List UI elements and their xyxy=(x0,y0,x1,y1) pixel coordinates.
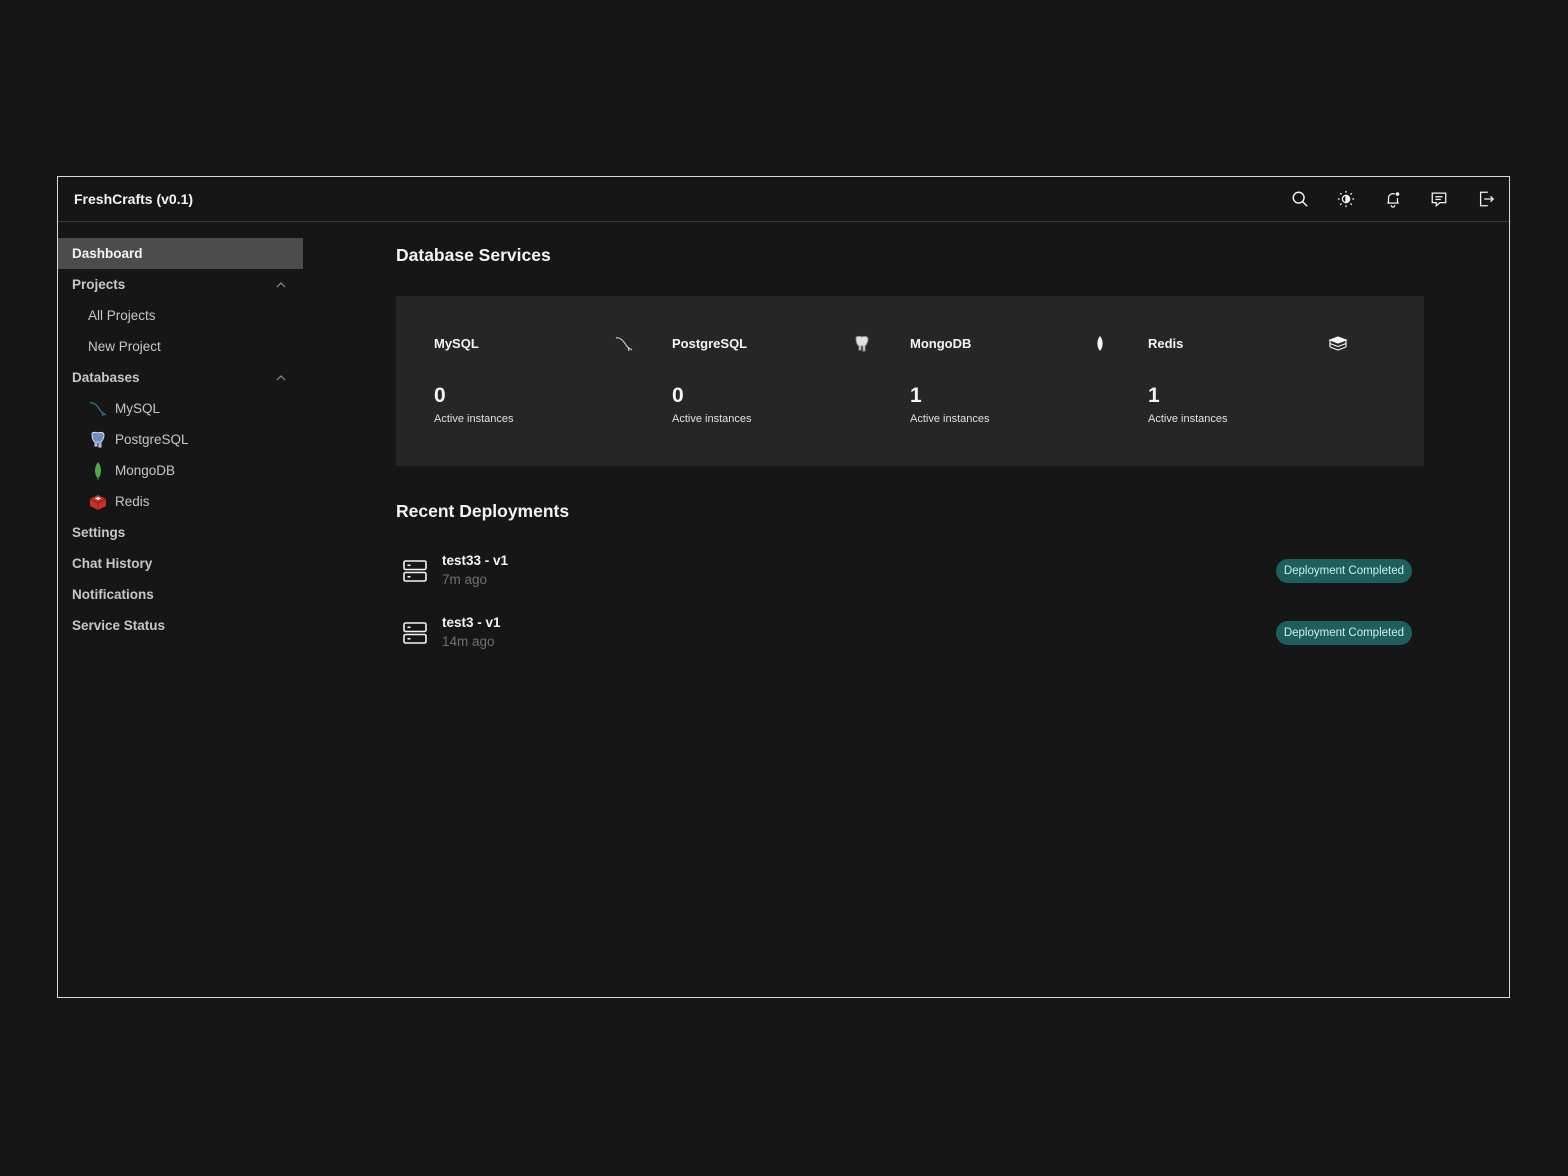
search-icon xyxy=(1292,191,1308,207)
sidebar-item-chat-history[interactable]: Chat History xyxy=(58,548,303,579)
redis-icon xyxy=(1328,334,1348,354)
sidebar-item-label: All Projects xyxy=(88,308,156,323)
sidebar-item-label: Service Status xyxy=(72,618,166,633)
top-header: FreshCrafts (v0.1) xyxy=(58,177,1509,222)
deployment-name: test33 - v1 xyxy=(442,553,509,568)
deployment-name: test3 - v1 xyxy=(442,615,501,630)
server-icon xyxy=(403,560,427,582)
db-card-name: MySQL xyxy=(434,336,479,351)
sidebar-item-label: Notifications xyxy=(72,587,154,602)
sidebar-item-service-status[interactable]: Service Status xyxy=(58,610,303,641)
db-card-redis[interactable]: Redis 1 Active instances xyxy=(1148,296,1386,466)
notifications-button[interactable] xyxy=(1370,177,1417,221)
db-card-name: PostgreSQL xyxy=(672,336,748,351)
server-icon xyxy=(403,622,427,644)
db-card-count: 1 xyxy=(1148,384,1160,407)
deployment-row[interactable]: test33 - v1 7m ago Deployment Completed xyxy=(396,540,1424,602)
database-services-panel: MySQL 0 Active instances PostgreSQL 0 Ac… xyxy=(396,296,1424,466)
deployment-row[interactable]: test3 - v1 14m ago Deployment Completed xyxy=(396,602,1424,664)
deployment-time: 14m ago xyxy=(442,634,495,649)
db-card-mongodb[interactable]: MongoDB 1 Active instances xyxy=(910,296,1148,466)
db-card-mysql[interactable]: MySQL 0 Active instances xyxy=(434,296,672,466)
db-card-postgresql[interactable]: PostgreSQL 0 Active instances xyxy=(672,296,910,466)
db-card-count: 1 xyxy=(910,384,922,407)
sidebar-item-label: Settings xyxy=(72,525,126,540)
chat-icon xyxy=(1431,192,1447,208)
logout-icon xyxy=(1479,191,1494,207)
sidebar-item-mongodb[interactable]: MongoDB xyxy=(58,455,303,486)
deployment-info: test3 - v1 14m ago xyxy=(442,614,501,652)
sidebar-item-label: MySQL xyxy=(115,401,161,416)
sidebar-item-redis[interactable]: Redis xyxy=(58,486,303,517)
chevron-up-icon xyxy=(276,281,286,287)
status-badge: Deployment Completed xyxy=(1275,559,1412,583)
sidebar-item-label: New Project xyxy=(88,339,161,354)
header-actions xyxy=(1277,177,1510,221)
sidebar: Dashboard Projects All Projects New Proj… xyxy=(58,238,303,641)
main-content: Database Services MySQL 0 Active instanc… xyxy=(396,238,1424,664)
redis-icon xyxy=(88,492,108,512)
logout-button[interactable] xyxy=(1463,177,1510,221)
db-card-count: 0 xyxy=(672,384,684,407)
db-card-subtitle: Active instances xyxy=(1148,413,1228,425)
sidebar-item-mysql[interactable]: MySQL xyxy=(58,393,303,424)
recent-deployments-title: Recent Deployments xyxy=(396,501,570,521)
sidebar-item-label: Chat History xyxy=(72,556,153,571)
sidebar-item-label: Redis xyxy=(115,494,150,509)
sidebar-item-settings[interactable]: Settings xyxy=(58,517,303,548)
db-card-count: 0 xyxy=(434,384,446,407)
db-card-subtitle: Active instances xyxy=(910,413,990,425)
sidebar-item-label: PostgreSQL xyxy=(115,432,189,447)
postgresql-icon xyxy=(852,334,872,354)
db-card-subtitle: Active instances xyxy=(434,413,514,425)
mongodb-icon xyxy=(88,461,108,481)
sidebar-item-postgresql[interactable]: PostgreSQL xyxy=(58,424,303,455)
chat-button[interactable] xyxy=(1416,177,1463,221)
sidebar-group-databases[interactable]: Databases xyxy=(58,362,303,393)
db-card-subtitle: Active instances xyxy=(672,413,752,425)
mongodb-icon xyxy=(1090,334,1110,354)
app-window: FreshCrafts (v0.1) Dashboard Projects Al… xyxy=(57,176,1510,998)
mysql-icon xyxy=(614,334,634,354)
db-card-name: MongoDB xyxy=(910,336,972,351)
deployment-time: 7m ago xyxy=(442,572,488,587)
sidebar-item-all-projects[interactable]: All Projects xyxy=(58,300,303,331)
postgresql-icon xyxy=(88,430,108,450)
sidebar-group-label: Projects xyxy=(72,277,126,292)
sidebar-item-notifications[interactable]: Notifications xyxy=(58,579,303,610)
theme-icon xyxy=(1338,190,1355,208)
deployment-list: test33 - v1 7m ago Deployment Completed … xyxy=(396,540,1424,664)
sidebar-item-dashboard[interactable]: Dashboard xyxy=(58,238,303,269)
notification-icon xyxy=(1386,192,1400,208)
sidebar-group-projects[interactable]: Projects xyxy=(58,269,303,300)
db-card-name: Redis xyxy=(1148,336,1184,351)
search-button[interactable] xyxy=(1277,177,1324,221)
database-services-title: Database Services xyxy=(396,245,551,265)
theme-toggle-button[interactable] xyxy=(1323,177,1370,221)
sidebar-item-new-project[interactable]: New Project xyxy=(58,331,303,362)
mysql-icon xyxy=(88,399,108,419)
sidebar-group-label: Databases xyxy=(72,370,140,385)
deployment-info: test33 - v1 7m ago xyxy=(442,552,508,590)
app-title[interactable]: FreshCrafts (v0.1) xyxy=(74,191,193,207)
sidebar-item-label: Dashboard xyxy=(72,246,143,261)
status-badge: Deployment Completed xyxy=(1275,621,1412,645)
chevron-up-icon xyxy=(276,374,286,380)
sidebar-item-label: MongoDB xyxy=(115,463,176,478)
